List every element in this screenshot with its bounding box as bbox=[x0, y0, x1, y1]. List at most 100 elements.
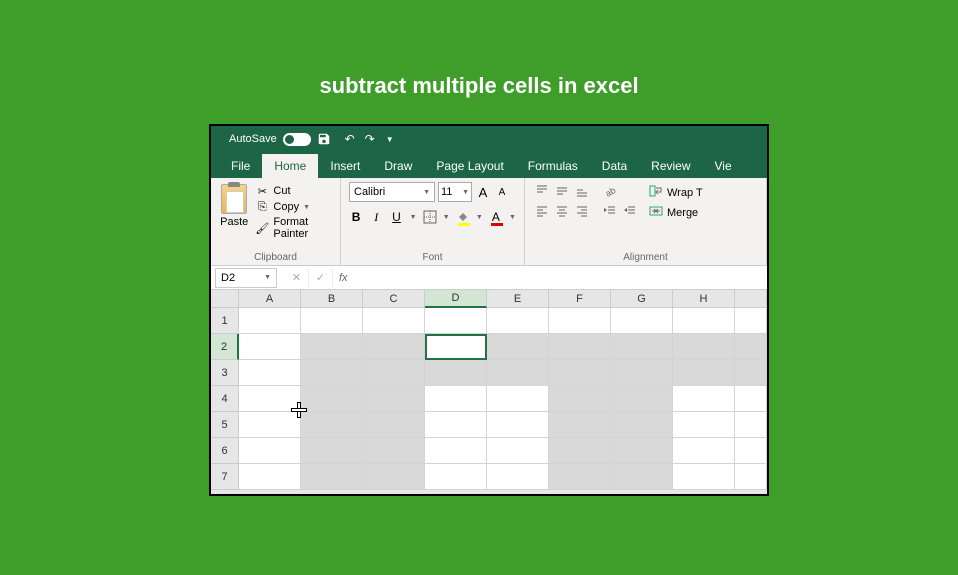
row-header-3[interactable]: 3 bbox=[211, 360, 239, 386]
cell-G3[interactable] bbox=[611, 360, 673, 386]
wrap-text-button[interactable]: Wrap T bbox=[649, 184, 703, 201]
chevron-down-icon[interactable]: ▼ bbox=[410, 214, 417, 221]
italic-button[interactable]: I bbox=[369, 208, 383, 226]
column-header-D[interactable]: D bbox=[425, 290, 487, 308]
row-header-5[interactable]: 5 bbox=[211, 412, 239, 438]
tab-data[interactable]: Data bbox=[590, 154, 639, 178]
cell-G4[interactable] bbox=[611, 386, 673, 412]
decrease-font-button[interactable]: A bbox=[494, 184, 510, 200]
cell-G7[interactable] bbox=[611, 464, 673, 490]
increase-font-button[interactable]: A bbox=[475, 184, 491, 200]
orientation-button[interactable]: ab bbox=[601, 182, 619, 200]
cell-D5[interactable] bbox=[425, 412, 487, 438]
cell-C3[interactable] bbox=[363, 360, 425, 386]
formula-input[interactable] bbox=[354, 268, 767, 288]
cell-H7[interactable] bbox=[673, 464, 735, 490]
cell-A3[interactable] bbox=[239, 360, 301, 386]
cell-G1[interactable] bbox=[611, 308, 673, 334]
cell-C2[interactable] bbox=[363, 334, 425, 360]
fill-color-button[interactable] bbox=[456, 208, 470, 226]
cell-H5[interactable] bbox=[673, 412, 735, 438]
cell-D7[interactable] bbox=[425, 464, 487, 490]
cell-B1[interactable] bbox=[301, 308, 363, 334]
column-header-C[interactable]: C bbox=[363, 290, 425, 308]
merge-button[interactable]: Merge bbox=[649, 204, 703, 221]
cell-G5[interactable] bbox=[611, 412, 673, 438]
cell-A7[interactable] bbox=[239, 464, 301, 490]
chevron-down-icon[interactable]: ▼ bbox=[443, 214, 450, 221]
cell-D3[interactable] bbox=[425, 360, 487, 386]
tab-draw[interactable]: Draw bbox=[372, 154, 424, 178]
align-bottom-button[interactable] bbox=[573, 182, 591, 200]
customize-qat-icon[interactable]: ▼ bbox=[383, 132, 397, 146]
cell-A6[interactable] bbox=[239, 438, 301, 464]
decrease-indent-button[interactable] bbox=[601, 202, 619, 220]
cell-B2[interactable] bbox=[301, 334, 363, 360]
cell-A5[interactable] bbox=[239, 412, 301, 438]
cell-H2[interactable] bbox=[673, 334, 735, 360]
cell-E3[interactable] bbox=[487, 360, 549, 386]
cell-B3[interactable] bbox=[301, 360, 363, 386]
chevron-down-icon[interactable]: ▼ bbox=[509, 214, 516, 221]
cell-A1[interactable] bbox=[239, 308, 301, 334]
align-left-button[interactable] bbox=[533, 202, 551, 220]
row-header-7[interactable]: 7 bbox=[211, 464, 239, 490]
cell-B4[interactable] bbox=[301, 386, 363, 412]
cell-E6[interactable] bbox=[487, 438, 549, 464]
cell-D6[interactable] bbox=[425, 438, 487, 464]
chevron-down-icon[interactable]: ▼ bbox=[476, 214, 483, 221]
cell-overflow-2[interactable] bbox=[735, 334, 767, 360]
align-center-button[interactable] bbox=[553, 202, 571, 220]
align-right-button[interactable] bbox=[573, 202, 591, 220]
tab-file[interactable]: File bbox=[219, 154, 262, 178]
font-name-select[interactable]: Calibri ▼ bbox=[349, 182, 435, 202]
tab-view[interactable]: Vie bbox=[703, 154, 744, 178]
cell-H6[interactable] bbox=[673, 438, 735, 464]
name-box[interactable]: D2 ▼ bbox=[215, 268, 277, 288]
cell-E5[interactable] bbox=[487, 412, 549, 438]
cell-E1[interactable] bbox=[487, 308, 549, 334]
cell-H4[interactable] bbox=[673, 386, 735, 412]
cut-button[interactable]: ✂ Cut bbox=[255, 184, 332, 198]
column-header-A[interactable]: A bbox=[239, 290, 301, 308]
borders-button[interactable] bbox=[423, 208, 437, 226]
redo-icon[interactable]: ↷ bbox=[363, 132, 377, 146]
tab-page-layout[interactable]: Page Layout bbox=[424, 154, 515, 178]
column-header-F[interactable]: F bbox=[549, 290, 611, 308]
cell-F1[interactable] bbox=[549, 308, 611, 334]
underline-button[interactable]: U bbox=[389, 208, 403, 226]
cell-overflow-5[interactable] bbox=[735, 412, 767, 438]
cell-B7[interactable] bbox=[301, 464, 363, 490]
row-header-4[interactable]: 4 bbox=[211, 386, 239, 412]
cell-F6[interactable] bbox=[549, 438, 611, 464]
tab-home[interactable]: Home bbox=[262, 154, 318, 178]
cell-F7[interactable] bbox=[549, 464, 611, 490]
cell-D4[interactable] bbox=[425, 386, 487, 412]
tab-insert[interactable]: Insert bbox=[318, 154, 372, 178]
cell-C4[interactable] bbox=[363, 386, 425, 412]
column-header-H[interactable]: H bbox=[673, 290, 735, 308]
enter-formula-button[interactable]: ✓ bbox=[309, 268, 333, 288]
font-size-select[interactable]: 11 ▼ bbox=[438, 182, 472, 202]
undo-icon[interactable]: ↶ bbox=[343, 132, 357, 146]
cell-E4[interactable] bbox=[487, 386, 549, 412]
align-top-button[interactable] bbox=[533, 182, 551, 200]
row-header-6[interactable]: 6 bbox=[211, 438, 239, 464]
cell-F4[interactable] bbox=[549, 386, 611, 412]
format-painter-button[interactable]: 🖌 Format Painter bbox=[255, 216, 332, 240]
cell-H3[interactable] bbox=[673, 360, 735, 386]
cell-G2[interactable] bbox=[611, 334, 673, 360]
autosave-toggle[interactable] bbox=[283, 133, 311, 146]
cell-overflow-3[interactable] bbox=[735, 360, 767, 386]
increase-indent-button[interactable] bbox=[621, 202, 639, 220]
copy-button[interactable]: ⎘ Copy ▼ bbox=[255, 200, 332, 214]
cell-overflow-6[interactable] bbox=[735, 438, 767, 464]
cell-overflow-4[interactable] bbox=[735, 386, 767, 412]
select-all-corner[interactable] bbox=[211, 290, 239, 308]
cell-A2[interactable] bbox=[239, 334, 301, 360]
bold-button[interactable]: B bbox=[349, 208, 363, 226]
tab-formulas[interactable]: Formulas bbox=[516, 154, 590, 178]
cell-F3[interactable] bbox=[549, 360, 611, 386]
tab-review[interactable]: Review bbox=[639, 154, 702, 178]
cell-C1[interactable] bbox=[363, 308, 425, 334]
